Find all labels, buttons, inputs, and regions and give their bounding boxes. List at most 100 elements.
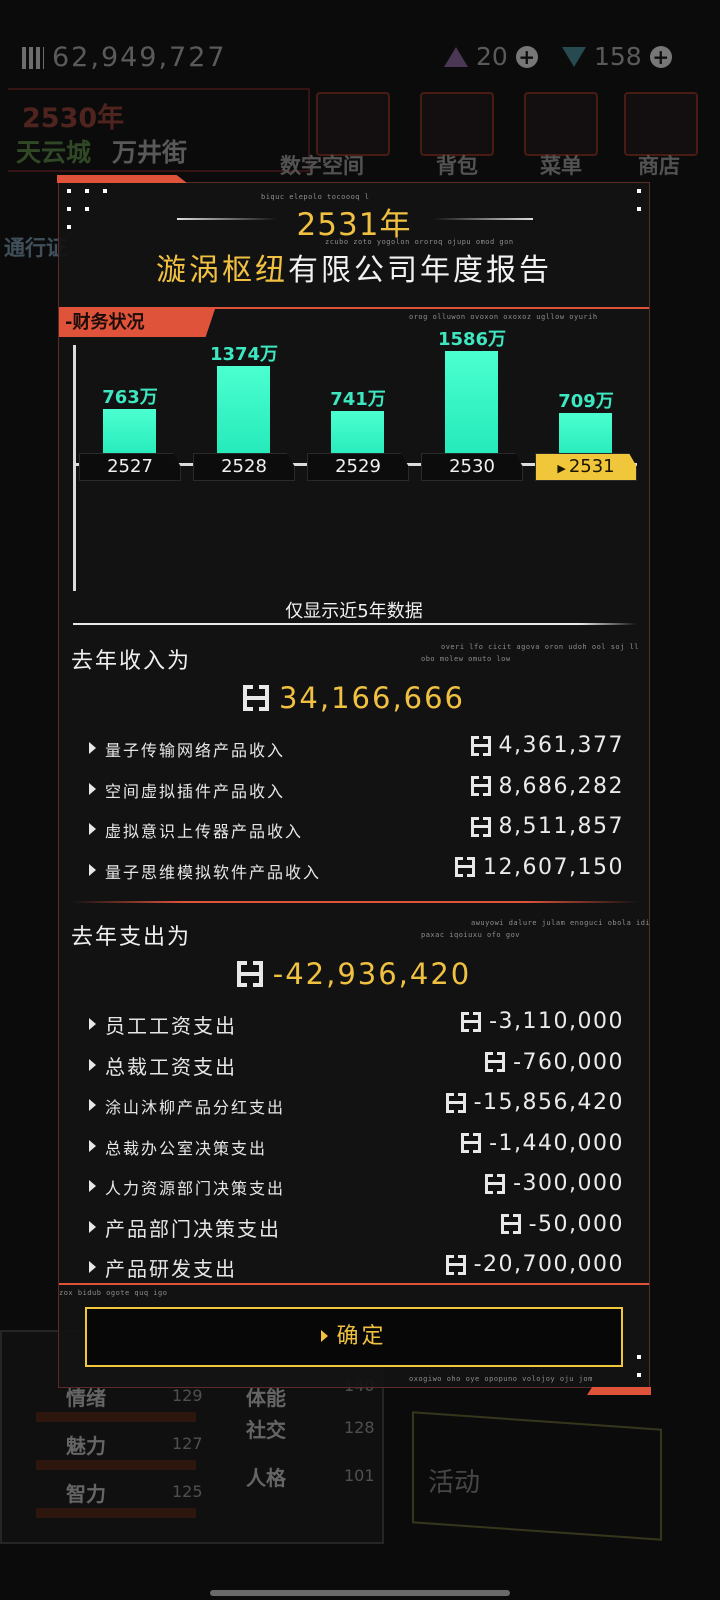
- footer-divider: [59, 1283, 649, 1285]
- add-resource-2-button[interactable]: +: [649, 45, 672, 68]
- row-value: -760,000: [513, 1049, 624, 1075]
- row-amount: -1,440,000: [461, 1131, 624, 1156]
- expand-arrow-icon: [89, 1261, 96, 1273]
- company-name: 漩涡枢纽: [156, 253, 288, 288]
- expand-arrow-icon: [89, 742, 96, 754]
- street-name: 万井街: [112, 138, 188, 167]
- shop-button[interactable]: [624, 92, 698, 156]
- report-row[interactable]: 量子传输网络产品收入 4,361,377: [89, 733, 624, 765]
- chart-category-label[interactable]: 2527: [79, 453, 181, 481]
- bag-label: 背包: [436, 154, 478, 178]
- row-label: 人力资源部门决策支出: [105, 1179, 286, 1198]
- expand-arrow-icon: [89, 1018, 96, 1030]
- currency-icon: [485, 1052, 506, 1072]
- row-label: 总裁工资支出: [105, 1054, 237, 1079]
- chart-category-label[interactable]: 2529: [307, 453, 409, 481]
- stat-personality-label: 人格: [246, 1466, 286, 1490]
- currency-icon: [455, 857, 476, 877]
- digital-space-label: 数字空间: [280, 154, 364, 178]
- expense-title: 去年支出为: [71, 925, 192, 950]
- bag-button[interactable]: [420, 92, 494, 156]
- activity-label: 活动: [428, 1468, 481, 1498]
- dialog-accent-tab: [587, 1387, 651, 1395]
- chart-data-label: 709万: [558, 391, 614, 412]
- chart-bar: [445, 351, 498, 463]
- report-row[interactable]: 总裁办公室决策支出 -1,440,000: [89, 1131, 624, 1163]
- row-value: -15,856,420: [473, 1090, 624, 1115]
- menu-button[interactable]: [524, 92, 598, 156]
- confirm-label: 确定: [336, 1324, 387, 1349]
- resource-2: 158 +: [562, 42, 672, 71]
- chart-y-axis: [73, 345, 76, 591]
- report-row[interactable]: 虚拟意识上传器产品收入 8,511,857: [89, 814, 624, 846]
- resource-1: 20 +: [444, 42, 538, 71]
- report-title-rest: 有限公司年度报告: [288, 253, 552, 288]
- report-row[interactable]: 量子思维模拟软件产品收入 12,607,150: [89, 854, 624, 887]
- row-value: -3,110,000: [489, 1009, 624, 1034]
- resource-2-value: 158: [594, 42, 642, 71]
- add-resource-1-button[interactable]: +: [515, 45, 538, 68]
- row-label: 产品部门决策支出: [105, 1216, 281, 1241]
- chart-note: 仅显示近5年数据: [285, 601, 423, 622]
- currency-icon: [236, 961, 263, 987]
- expand-arrow-icon: [89, 782, 96, 795]
- row-label: 虚拟意识上传器产品收入: [105, 822, 304, 841]
- report-title: 漩涡枢纽有限公司年度报告: [59, 245, 649, 289]
- report-row[interactable]: 人力资源部门决策支出 -300,000: [89, 1171, 624, 1203]
- stat-charm-value: 127: [172, 1434, 203, 1453]
- chart-data-label: 1586万: [437, 329, 507, 350]
- currency-icon: [22, 46, 44, 69]
- micro-text: oxogiwo oho oye opopuno volojoy oju jom: [409, 1375, 593, 1383]
- resource-1-value: 20: [476, 42, 508, 71]
- stat-bar: [36, 1412, 196, 1422]
- row-amount: 8,511,857: [470, 814, 624, 839]
- expand-arrow-icon: [89, 1220, 96, 1233]
- currency-icon: [485, 1173, 506, 1194]
- row-label: 总裁办公室决策支出: [105, 1138, 268, 1158]
- expand-arrow-icon: [89, 1139, 96, 1152]
- report-row[interactable]: 员工工资支出 -3,110,000: [89, 1009, 624, 1041]
- expand-arrow-icon: [89, 1058, 96, 1071]
- row-value: 4,361,377: [498, 733, 624, 758]
- corner-decoration: [67, 189, 107, 229]
- money-display: 62,949,727: [22, 42, 227, 73]
- expand-arrow-icon: [89, 823, 96, 835]
- chart-category-label[interactable]: 2531: [535, 453, 637, 481]
- digital-space-button[interactable]: [316, 92, 390, 156]
- report-row[interactable]: 产品研发支出 -20,700,000: [89, 1252, 624, 1284]
- expand-arrow-icon: [89, 1180, 96, 1192]
- stat-social-value: 128: [344, 1418, 375, 1437]
- stat-emotion-value: 129: [172, 1386, 203, 1405]
- expense-total: -42,936,420: [59, 957, 649, 991]
- row-label: 量子传输网络产品收入: [105, 741, 286, 760]
- row-amount: -3,110,000: [461, 1009, 624, 1034]
- report-row[interactable]: 产品部门决策支出 -50,000: [89, 1211, 624, 1244]
- dialog-accent-tab: [57, 175, 187, 183]
- micro-text: obo molew omuto low: [421, 655, 511, 663]
- report-row[interactable]: 总裁工资支出 -760,000: [89, 1049, 624, 1082]
- currency-icon: [500, 1214, 521, 1234]
- micro-text: overi lfo cicit agova oron udoh ool soj …: [441, 643, 640, 651]
- chart-category-label[interactable]: 2530: [421, 453, 523, 481]
- row-label: 产品研发支出: [105, 1257, 237, 1281]
- expense-total-value: -42,936,420: [272, 957, 472, 991]
- home-indicator[interactable]: [210, 1590, 510, 1596]
- report-row[interactable]: 空间虚拟插件产品收入 8,686,282: [89, 774, 624, 806]
- row-label: 员工工资支出: [105, 1014, 237, 1038]
- row-label: 空间虚拟插件产品收入: [105, 781, 286, 801]
- corner-decoration: [631, 1355, 641, 1377]
- row-value: -50,000: [528, 1211, 624, 1237]
- report-row[interactable]: 涂山沐柳产品分红支出 -15,856,420: [89, 1090, 624, 1122]
- confirm-button[interactable]: 确定: [85, 1307, 623, 1367]
- row-value: 12,607,150: [483, 854, 624, 880]
- row-value: 8,511,857: [498, 814, 624, 839]
- row-amount: -20,700,000: [445, 1252, 624, 1277]
- micro-text: awuyowi dalure julam enoguci obola idi: [471, 919, 651, 927]
- header-divider: [59, 307, 649, 309]
- chart-category-label[interactable]: 2528: [193, 453, 295, 481]
- section-divider: [71, 901, 639, 903]
- money-value: 62,949,727: [52, 42, 227, 73]
- shop-label: 商店: [638, 154, 680, 178]
- income-total: 34,166,666: [59, 681, 649, 715]
- chart-note-divider: [73, 623, 637, 625]
